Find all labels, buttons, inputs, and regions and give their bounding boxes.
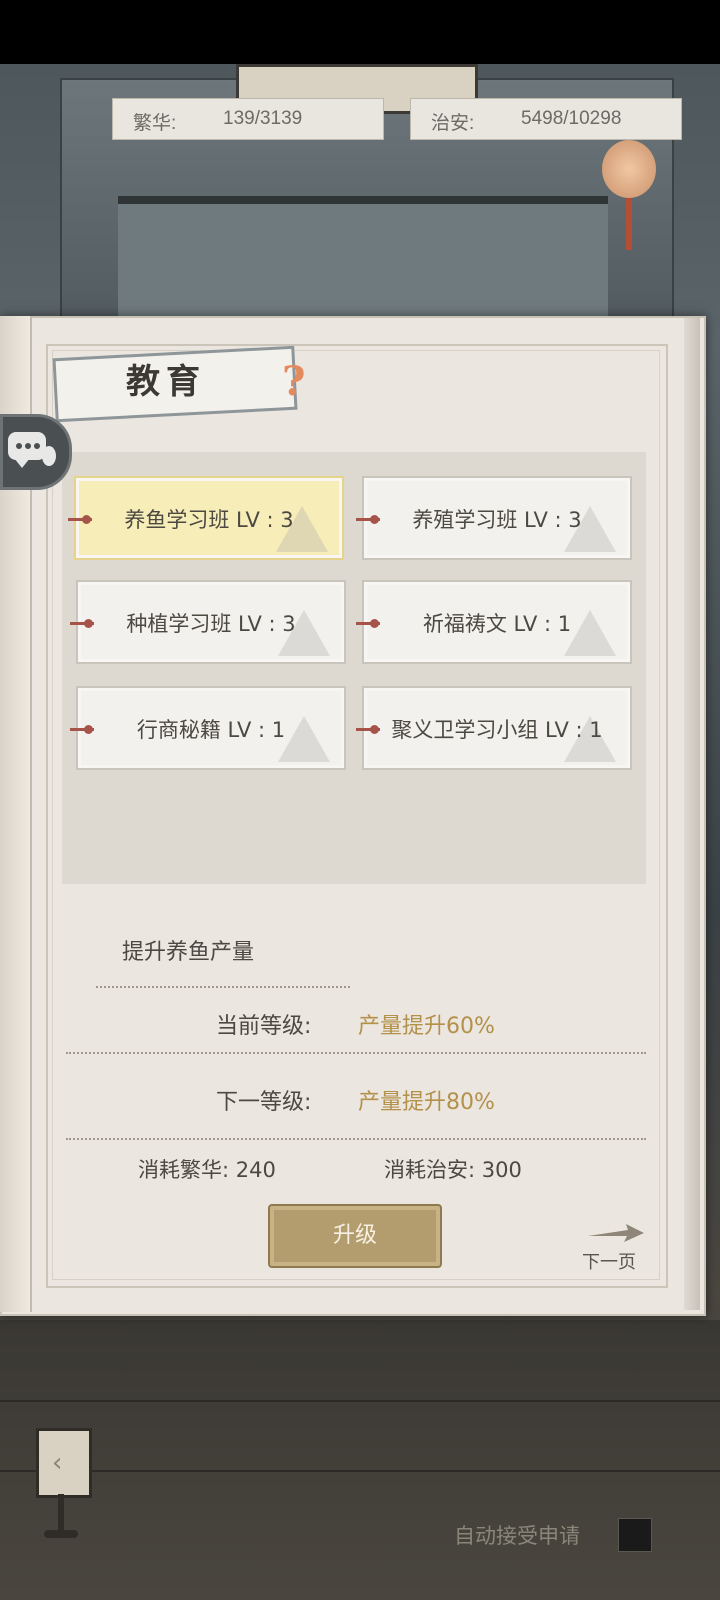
auto-accept-label: 自动接受申请	[454, 1524, 580, 1548]
skill-label: 养殖学习班 LV : 3	[412, 508, 582, 532]
skill-label: 聚义卫学习小组 LV : 1	[391, 718, 603, 742]
current-level-value: 产量提升60%	[358, 1014, 495, 1039]
gourd-icon	[42, 446, 56, 466]
divider	[96, 986, 350, 988]
chevron-left-icon: ‹	[52, 1448, 63, 1478]
skill-description: 提升养鱼产量	[122, 940, 255, 965]
skill-prayer[interactable]: 祈福祷文 LV : 1	[356, 580, 632, 664]
skill-livestock[interactable]: 养殖学习班 LV : 3	[356, 476, 632, 560]
security-value: 5498/10298	[521, 108, 622, 129]
chat-dot	[16, 443, 22, 449]
chat-dot	[25, 443, 31, 449]
skill-label: 行商秘籍 LV : 1	[136, 718, 286, 742]
divider	[66, 1138, 646, 1140]
current-level-label: 当前等级:	[216, 1014, 312, 1039]
prosperity-value: 139/3139	[223, 108, 303, 129]
book-edge	[684, 318, 700, 1310]
skill-guard-study[interactable]: 聚义卫学习小组 LV : 1	[356, 686, 632, 770]
floor	[0, 1320, 720, 1600]
skill-label: 养鱼学习班 LV : 3	[124, 508, 294, 532]
security-stat: 治安: 5498/10298	[410, 98, 682, 140]
security-label: 治安:	[431, 113, 475, 134]
chat-icon-tail	[14, 458, 30, 468]
skill-fish-farming[interactable]: 养鱼学习班 LV : 3	[68, 476, 344, 560]
next-level-label: 下一等级:	[216, 1090, 312, 1115]
cost-prosperity: 消耗繁华: 240	[138, 1158, 276, 1182]
lamp-stand	[58, 1494, 64, 1530]
prosperity-stat: 繁华: 139/3139	[112, 98, 384, 140]
skill-planting[interactable]: 种植学习班 LV : 3	[70, 580, 346, 664]
chat-dot	[34, 443, 40, 449]
auto-accept-checkbox[interactable]	[618, 1518, 652, 1552]
lamp-base	[44, 1530, 78, 1538]
divider	[66, 1052, 646, 1054]
help-icon[interactable]: ?	[282, 358, 305, 405]
lantern-icon	[602, 140, 656, 198]
prosperity-label: 繁华:	[133, 113, 177, 134]
next-page-link[interactable]: 下一页	[582, 1248, 636, 1274]
skill-label: 祈福祷文 LV : 1	[422, 612, 572, 636]
panel-title: 教育	[126, 362, 206, 402]
arrow-right-icon[interactable]	[588, 1222, 644, 1244]
lantern-tassel	[626, 198, 632, 250]
upgrade-label: 升级	[332, 1223, 377, 1248]
status-bar	[0, 0, 720, 64]
cost-security: 消耗治安: 300	[384, 1158, 522, 1182]
floor-divider	[0, 1470, 720, 1472]
upgrade-button[interactable]: 升级	[268, 1204, 442, 1268]
skill-trade[interactable]: 行商秘籍 LV : 1	[70, 686, 346, 770]
back-lamp-button[interactable]	[36, 1428, 92, 1498]
next-level-value: 产量提升80%	[358, 1090, 495, 1115]
skill-label: 种植学习班 LV : 3	[126, 612, 296, 636]
floor-divider	[0, 1400, 720, 1402]
background-scroll	[118, 196, 608, 334]
